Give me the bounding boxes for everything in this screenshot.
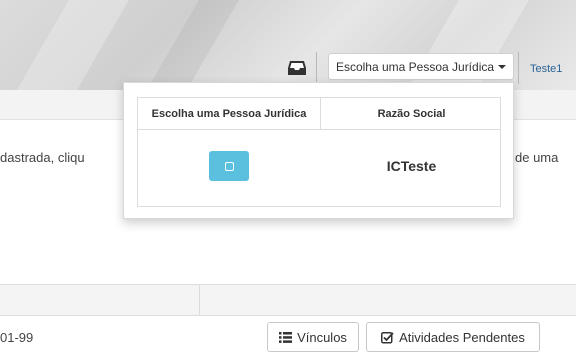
header-divider	[518, 52, 519, 84]
header-decoration	[5, 0, 135, 90]
pessoa-juridica-popup: Escolha uma Pessoa Jurídica Razão Social…	[123, 82, 514, 219]
inbox-icon	[288, 61, 306, 75]
info-text-right: de uma	[515, 150, 559, 165]
info-text-left: dastrada, cliqu	[0, 150, 85, 165]
atividades-pendentes-label: Atividades Pendentes	[399, 329, 525, 345]
select-pessoa-juridica-button[interactable]	[209, 151, 249, 181]
caret-down-icon	[498, 65, 507, 69]
column-header-razao-social: Razão Social	[377, 108, 446, 120]
list-icon	[279, 331, 293, 343]
user-menu-link[interactable]: Teste1	[530, 63, 562, 75]
column-divider	[199, 285, 200, 315]
table-row-value: 01-99	[0, 330, 34, 345]
atividades-pendentes-button[interactable]: Atividades Pendentes	[366, 322, 540, 352]
razao-social-value: ICTeste	[386, 158, 437, 174]
vinculos-label: Vínculos	[297, 329, 347, 345]
header-divider	[316, 52, 317, 84]
pessoa-juridica-dropdown[interactable]: Escolha uma Pessoa Jurídica	[328, 53, 514, 80]
pessoa-juridica-dropdown-label: Escolha uma Pessoa Jurídica	[335, 59, 495, 74]
column-header-pessoa-juridica: Escolha uma Pessoa Jurídica	[138, 98, 321, 130]
popup-table-header: Escolha uma Pessoa Jurídica Razão Social	[138, 98, 500, 130]
vinculos-button[interactable]: Vínculos	[267, 322, 359, 352]
table-header	[0, 284, 576, 316]
header-banner: Escolha uma Pessoa Jurídica Teste1	[0, 0, 576, 90]
check-square-icon	[381, 331, 394, 343]
header-decoration	[135, 0, 245, 90]
square-icon	[224, 161, 234, 171]
inbox-button[interactable]	[282, 55, 312, 81]
pessoa-juridica-table: Escolha uma Pessoa Jurídica Razão Social…	[137, 97, 501, 207]
